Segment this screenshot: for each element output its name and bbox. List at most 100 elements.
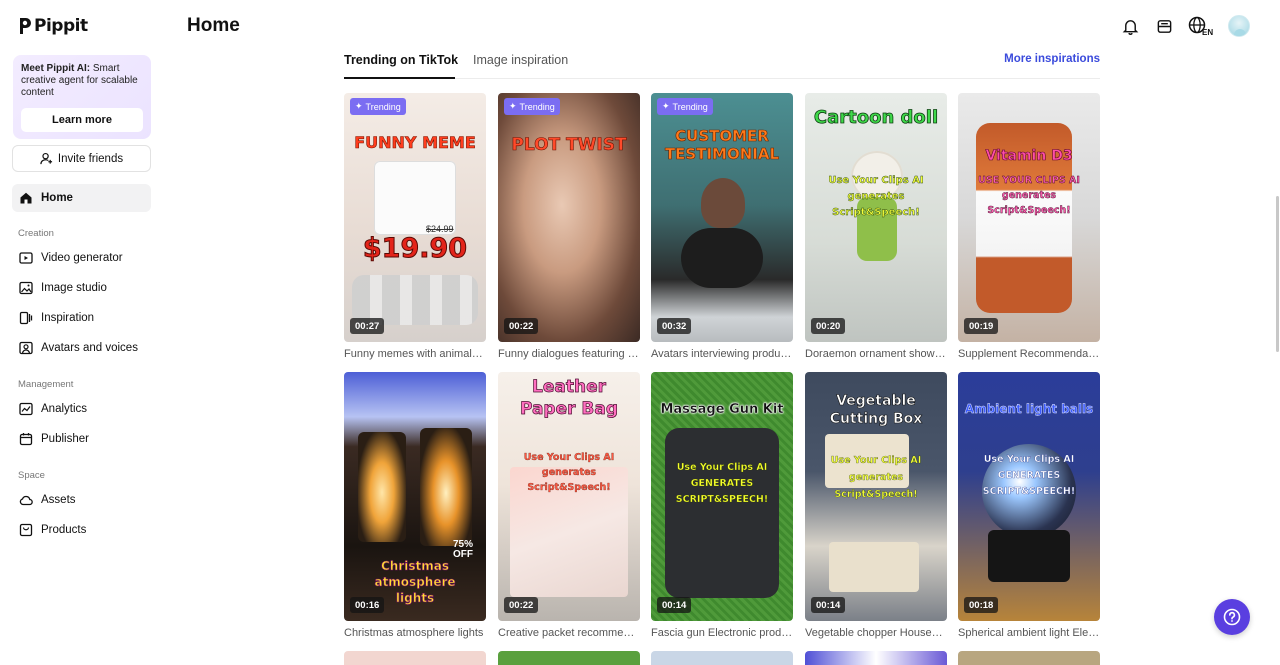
- duration-badge: 00:27: [350, 318, 385, 334]
- lantern-left: [358, 432, 406, 542]
- card-thumbnail[interactable]: Leather Paper Bag Use Your Clips AI gene…: [498, 372, 640, 621]
- logo[interactable]: Pippit: [18, 16, 88, 36]
- help-button[interactable]: [1214, 599, 1250, 635]
- card-thumbnail-partial[interactable]: [805, 651, 947, 665]
- help-icon: [1223, 608, 1241, 626]
- discount-label: 75% OFF: [452, 539, 473, 560]
- sidebar-item-video-generator[interactable]: Video generator: [12, 244, 151, 272]
- video-generator-icon: [18, 251, 33, 266]
- badge-label: Trending: [519, 101, 555, 112]
- template-card[interactable]: Ambient light balls Use Your Clips AI GE…: [958, 372, 1100, 639]
- template-card[interactable]: ✦ Trending CUSTOMER TESTIMONIAL 00:32 Ava…: [651, 93, 793, 360]
- duration-badge: 00:22: [504, 597, 539, 613]
- duration-badge: 00:18: [964, 597, 999, 613]
- card-thumbnail-partial[interactable]: [958, 651, 1100, 665]
- card-thumbnail-partial[interactable]: [498, 651, 640, 665]
- template-card[interactable]: Massage Gun Kit Use Your Clips AI GENERA…: [651, 372, 793, 639]
- sidebar-item-analytics[interactable]: Analytics: [12, 395, 151, 423]
- header-actions: EN: [1120, 15, 1250, 37]
- card-caption: Christmas atmosphere lights: [344, 627, 484, 639]
- card-caption: Creative packet recommendation video: [498, 627, 640, 639]
- calendar-icon: [18, 432, 33, 447]
- image-icon: [18, 281, 33, 296]
- section-label-space: Space: [18, 470, 45, 481]
- sidebar-item-label: Assets: [41, 494, 76, 506]
- card-caption: Funny dialogues featuring product twists: [498, 348, 640, 360]
- page-scrollbar[interactable]: [1276, 196, 1279, 352]
- card-overlay-subtitle: Use Your Clips AI GENERATES SCRIPT&SPEEC…: [982, 454, 1076, 497]
- duration-badge: 00:32: [657, 318, 692, 334]
- duration-badge: 00:19: [964, 318, 999, 334]
- language-globe-icon[interactable]: EN: [1188, 16, 1214, 36]
- active-tab-indicator: [344, 77, 455, 79]
- template-card[interactable]: Cartoon doll Use Your Clips AI generates…: [805, 93, 947, 360]
- card-thumbnail-partial[interactable]: [651, 651, 793, 665]
- testimonial-bubbles: [681, 228, 763, 288]
- tab-image-inspiration[interactable]: Image inspiration: [473, 53, 568, 67]
- inbox-icon[interactable]: [1154, 16, 1174, 36]
- sidebar-item-label: Publisher: [41, 433, 89, 445]
- card-overlay-title: Massage Gun Kit: [660, 402, 784, 417]
- product-icon: [18, 523, 33, 538]
- card-caption: Spherical ambient light Electronics vide…: [958, 627, 1100, 639]
- template-card[interactable]: Vegetable Cutting Box Use Your Clips AI …: [805, 372, 947, 639]
- invite-friends-button[interactable]: Invite friends: [12, 145, 151, 172]
- cutting-box-bottom: [829, 542, 919, 592]
- template-card[interactable]: Leather Paper Bag Use Your Clips AI gene…: [498, 372, 640, 639]
- more-inspirations-link[interactable]: More inspirations: [1004, 53, 1100, 65]
- sidebar-item-inspiration[interactable]: Inspiration: [12, 304, 151, 332]
- template-card[interactable]: Christmas atmosphere lights 75% OFF 00:1…: [344, 372, 486, 639]
- sidebar-item-home[interactable]: Home: [12, 184, 151, 212]
- promo-card: Meet Pippit AI: Smart creative agent for…: [13, 55, 151, 139]
- template-card[interactable]: ✦ Trending FUNNY MEME $24.99 $19.90 00:27…: [344, 93, 486, 360]
- card-thumbnail[interactable]: Massage Gun Kit Use Your Clips AI GENERA…: [651, 372, 793, 621]
- bell-icon[interactable]: [1120, 16, 1140, 36]
- add-user-icon: [40, 152, 52, 165]
- card-thumbnail[interactable]: ✦ Trending CUSTOMER TESTIMONIAL 00:32: [651, 93, 793, 342]
- card-overlay-subtitle: Use Your Clips AI generates Script&Speec…: [828, 175, 924, 218]
- avatar[interactable]: [1228, 15, 1250, 37]
- duration-badge: 00:14: [657, 597, 692, 613]
- sparkle-icon: ✦: [662, 101, 670, 111]
- card-caption: Doraemon ornament showcase video: [805, 348, 947, 360]
- duration-badge: 00:14: [811, 597, 846, 613]
- card-thumbnail[interactable]: Christmas atmosphere lights 75% OFF 00:1…: [344, 372, 486, 621]
- card-overlay-title: CUSTOMER TESTIMONIAL: [664, 127, 780, 164]
- sidebar-item-products[interactable]: Products: [12, 516, 151, 544]
- card-thumbnail[interactable]: Ambient light balls Use Your Clips AI GE…: [958, 372, 1100, 621]
- card-thumbnail-partial[interactable]: [344, 651, 486, 665]
- card-overlay-title: PLOT TWIST: [511, 135, 627, 156]
- card-overlay-title: Vitamin D3: [985, 148, 1073, 165]
- sidebar-item-avatars-and-voices[interactable]: Avatars and voices: [12, 334, 151, 362]
- template-card[interactable]: ✦ Trending PLOT TWIST 00:22 Funny dialogu…: [498, 93, 640, 360]
- card-thumbnail[interactable]: ✦ Trending PLOT TWIST 00:22: [498, 93, 640, 342]
- sidebar-item-label: Products: [41, 524, 87, 536]
- badge-label: Trending: [672, 101, 708, 112]
- badge-label: Trending: [365, 101, 401, 112]
- card-thumbnail[interactable]: ✦ Trending FUNNY MEME $24.99 $19.90 00:27: [344, 93, 486, 342]
- inspiration-icon: [18, 311, 33, 326]
- price-text: $19.90: [362, 233, 468, 265]
- card-overlay-title: Vegetable Cutting Box: [829, 393, 923, 428]
- duration-badge: 00:16: [350, 597, 385, 613]
- trending-badge: ✦ Trending: [350, 98, 406, 115]
- card-overlay-subtitle: Use Your Clips AI generates Script&Speec…: [830, 455, 922, 500]
- logo-text: Pippit: [34, 16, 88, 36]
- card-overlay-subtitle: USE YOUR CLIPS AI generates Script&Speec…: [978, 175, 1080, 216]
- template-card[interactable]: Vitamin D3 USE YOUR CLIPS AI generates S…: [958, 93, 1100, 360]
- sidebar-item-label: Video generator: [41, 252, 123, 264]
- sidebar-item-assets[interactable]: Assets: [12, 486, 151, 514]
- card-thumbnail[interactable]: Cartoon doll Use Your Clips AI generates…: [805, 93, 947, 342]
- duration-badge: 00:20: [811, 318, 846, 334]
- tab-trending-on-tiktok[interactable]: Trending on TikTok: [344, 53, 458, 67]
- card-thumbnail[interactable]: Vitamin D3 USE YOUR CLIPS AI generates S…: [958, 93, 1100, 342]
- sidebar-item-label: Avatars and voices: [41, 342, 138, 354]
- language-code: EN: [1202, 28, 1213, 36]
- lantern-right: [420, 428, 472, 546]
- card-caption: Avatars interviewing product users: [651, 348, 793, 360]
- sidebar-item-publisher[interactable]: Publisher: [12, 425, 151, 453]
- card-thumbnail[interactable]: Vegetable Cutting Box Use Your Clips AI …: [805, 372, 947, 621]
- content-tabs: Trending on TikTok Image inspiration Mor…: [344, 45, 1100, 79]
- sidebar-item-image-studio[interactable]: Image studio: [12, 274, 151, 302]
- learn-more-button[interactable]: Learn more: [21, 108, 143, 132]
